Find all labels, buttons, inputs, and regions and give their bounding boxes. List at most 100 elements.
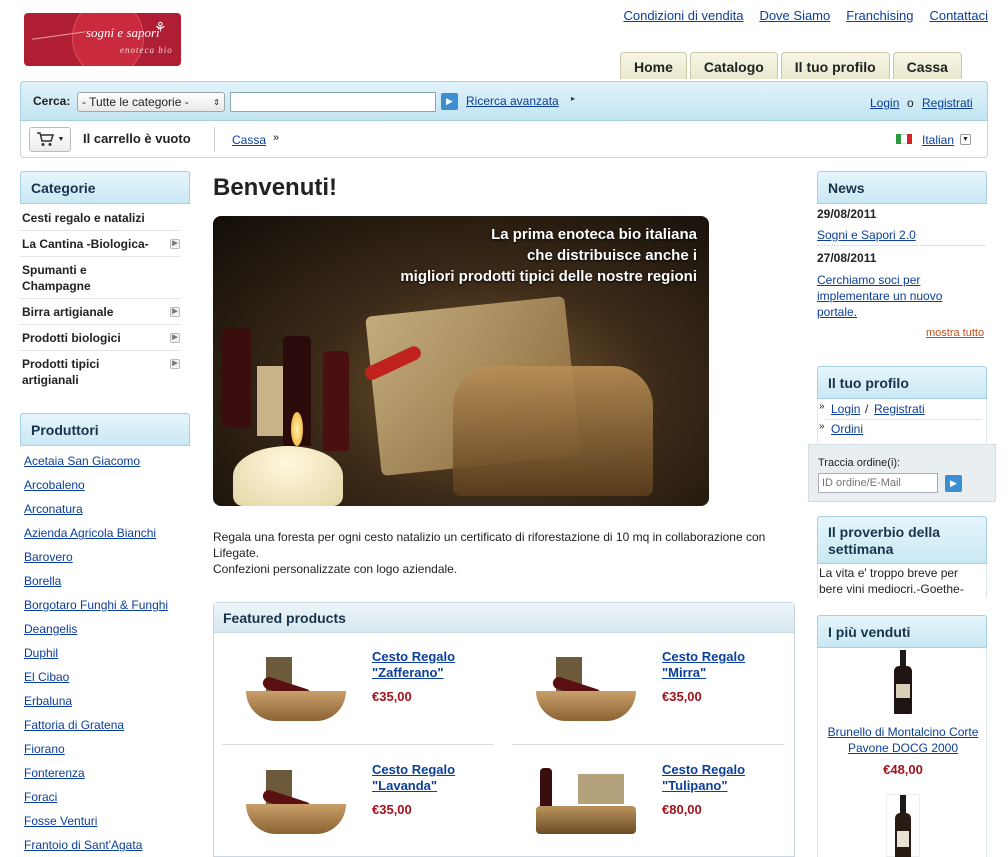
product-name[interactable]: Cesto Regalo "Tulipano" xyxy=(662,762,772,794)
producer-link[interactable]: Foraci xyxy=(24,790,57,804)
product-image[interactable] xyxy=(236,766,358,838)
logo-subtitle: enoteca bio xyxy=(120,45,173,55)
producer-link[interactable]: Fiorano xyxy=(24,742,65,756)
producer-link[interactable]: Duphil xyxy=(24,646,58,660)
track-order-input[interactable] xyxy=(818,473,938,493)
tab-home[interactable]: Home xyxy=(620,52,687,79)
search-label: Cerca: xyxy=(33,94,71,108)
hero-banner[interactable]: La prima enoteca bio italiana che distri… xyxy=(213,216,709,506)
login-link[interactable]: Login xyxy=(870,96,899,110)
category-item[interactable]: Cesti regalo e natalizi xyxy=(22,210,180,226)
divider xyxy=(20,256,180,257)
tab-cassa[interactable]: Cassa xyxy=(892,52,962,79)
news-link[interactable]: Sogni e Sapori 2.0 xyxy=(817,228,916,242)
search-input[interactable] xyxy=(230,92,436,112)
proverb-text: La vita e' troppo breve per bere vini me… xyxy=(817,564,987,598)
expand-arrow-icon[interactable]: ▶ xyxy=(170,359,180,369)
category-item[interactable]: Birra artigianale ▶ xyxy=(22,304,180,320)
producer-link[interactable]: El Cibao xyxy=(24,670,69,684)
producer-link[interactable]: Borella xyxy=(24,574,61,588)
product-name[interactable]: Cesto Regalo "Mirra" xyxy=(662,649,772,681)
site-logo[interactable]: sogni e sapori enoteca bio ⚘ xyxy=(24,13,181,66)
search-go-button[interactable]: ▶ xyxy=(441,93,458,110)
page-title: Benvenuti! xyxy=(213,174,338,201)
producer-link[interactable]: Erbaluna xyxy=(24,694,72,708)
product-image[interactable] xyxy=(526,653,648,725)
product-name[interactable]: Cesto Regalo "Zafferano" xyxy=(372,649,482,681)
producer-link[interactable]: Azienda Agricola Bianchi xyxy=(24,526,156,540)
main-tabs: Home Catalogo Il tuo profilo Cassa xyxy=(620,52,962,79)
featured-item[interactable]: Cesto Regalo "Lavanda" €35,00 xyxy=(222,760,494,857)
category-select[interactable]: - Tutte le categorie - ⇕ xyxy=(77,92,225,112)
divider xyxy=(512,744,784,745)
profile-login-link[interactable]: Login xyxy=(831,402,860,416)
news-header: News xyxy=(817,171,987,204)
category-item[interactable]: Spumanti e Champagne xyxy=(22,262,142,294)
category-item[interactable]: Prodotti tipici artigianali ▶ xyxy=(22,356,180,388)
double-chevron-icon: » xyxy=(819,421,825,432)
expand-arrow-icon[interactable]: ▶ xyxy=(170,333,180,343)
wine-bottle-image[interactable] xyxy=(886,794,920,857)
candle xyxy=(233,446,343,506)
expand-arrow-icon[interactable]: ▶ xyxy=(170,307,180,317)
producer-link[interactable]: Acetaia San Giacomo xyxy=(24,454,140,468)
track-order-label: Traccia ordine(i): xyxy=(818,457,901,469)
product-name[interactable]: Cesto Regalo "Lavanda" xyxy=(372,762,482,794)
bestseller-name[interactable]: Brunello di Montalcino Corte Pavone DOCG… xyxy=(821,724,985,756)
divider xyxy=(214,127,215,152)
checkout-link[interactable]: Cassa xyxy=(232,133,266,147)
expand-arrow-icon[interactable]: ▶ xyxy=(170,239,180,249)
tab-catalogo[interactable]: Catalogo xyxy=(689,52,778,79)
featured-item[interactable]: Cesto Regalo "Mirra" €35,00 xyxy=(512,647,784,747)
news-link[interactable]: Cerchiamo soci per implementare un nuovo… xyxy=(817,272,967,320)
divider xyxy=(20,230,180,231)
producer-link[interactable]: Fosse Venturi xyxy=(24,814,97,828)
producer-link[interactable]: Fattoria di Gratena xyxy=(24,718,124,732)
cart-status: Il carrello è vuoto xyxy=(83,131,191,146)
divider xyxy=(222,744,494,745)
dragonfly-icon: ⚘ xyxy=(154,19,167,35)
news-date: 29/08/2011 xyxy=(817,207,877,221)
profile-register-link[interactable]: Registrati xyxy=(874,402,925,416)
link-condizioni[interactable]: Condizioni di vendita xyxy=(623,8,743,23)
category-item[interactable]: Prodotti biologici ▶ xyxy=(22,330,180,346)
tab-profilo[interactable]: Il tuo profilo xyxy=(780,52,890,79)
cart-button[interactable]: ▼ xyxy=(29,127,71,152)
hero-text: La prima enoteca bio italiana che distri… xyxy=(400,226,697,285)
search-bar: Cerca: - Tutte le categorie - ⇕ ▶ Ricerc… xyxy=(20,81,988,121)
categories-header: Categorie xyxy=(20,171,190,204)
select-arrows-icon: ⇕ xyxy=(213,97,220,107)
wine-bottle-image[interactable] xyxy=(894,650,912,714)
advanced-search-link[interactable]: Ricerca avanzata xyxy=(466,94,559,108)
producer-link[interactable]: Borgotaro Funghi & Funghi xyxy=(24,598,168,612)
language-select[interactable]: Italian xyxy=(922,133,954,147)
divider xyxy=(824,419,982,420)
category-select-value: - Tutte le categorie - xyxy=(82,95,189,109)
link-franchising[interactable]: Franchising xyxy=(846,8,913,23)
cart-bar: ▼ Il carrello è vuoto Cassa » Italian ▼ xyxy=(20,121,988,158)
product-price: €35,00 xyxy=(662,689,702,704)
producer-link[interactable]: Fonterenza xyxy=(24,766,85,780)
show-all-link[interactable]: mostra tutto xyxy=(926,327,984,339)
language-dropdown-icon[interactable]: ▼ xyxy=(960,134,971,145)
producer-link[interactable]: Frantoio di Sant'Agata xyxy=(24,838,142,852)
featured-item[interactable]: Cesto Regalo "Tulipano" €80,00 xyxy=(512,760,784,857)
news-date: 27/08/2011 xyxy=(817,251,877,265)
track-order-go-button[interactable]: ▶ xyxy=(945,475,962,492)
arrow-right-icon: ▶ xyxy=(446,96,453,106)
product-image[interactable] xyxy=(236,653,358,725)
link-dove-siamo[interactable]: Dove Siamo xyxy=(759,8,830,23)
profile-links: » Login / Registrati » Ordini xyxy=(817,399,987,443)
product-image[interactable] xyxy=(526,766,648,838)
link-contattaci[interactable]: Contattaci xyxy=(929,8,988,23)
featured-item[interactable]: Cesto Regalo "Zafferano" €35,00 xyxy=(222,647,494,747)
register-link[interactable]: Registrati xyxy=(922,96,973,110)
producer-link[interactable]: Deangelis xyxy=(24,622,77,636)
producer-link[interactable]: Arconatura xyxy=(24,502,83,516)
category-item[interactable]: La Cantina -Biologica- ▶ xyxy=(22,236,180,252)
logo-title: sogni e sapori xyxy=(86,25,160,40)
track-order-box: Traccia ordine(i): ▶ xyxy=(808,444,996,502)
producer-link[interactable]: Barovero xyxy=(24,550,73,564)
orders-link[interactable]: Ordini xyxy=(831,422,863,436)
producer-link[interactable]: Arcobaleno xyxy=(24,478,85,492)
